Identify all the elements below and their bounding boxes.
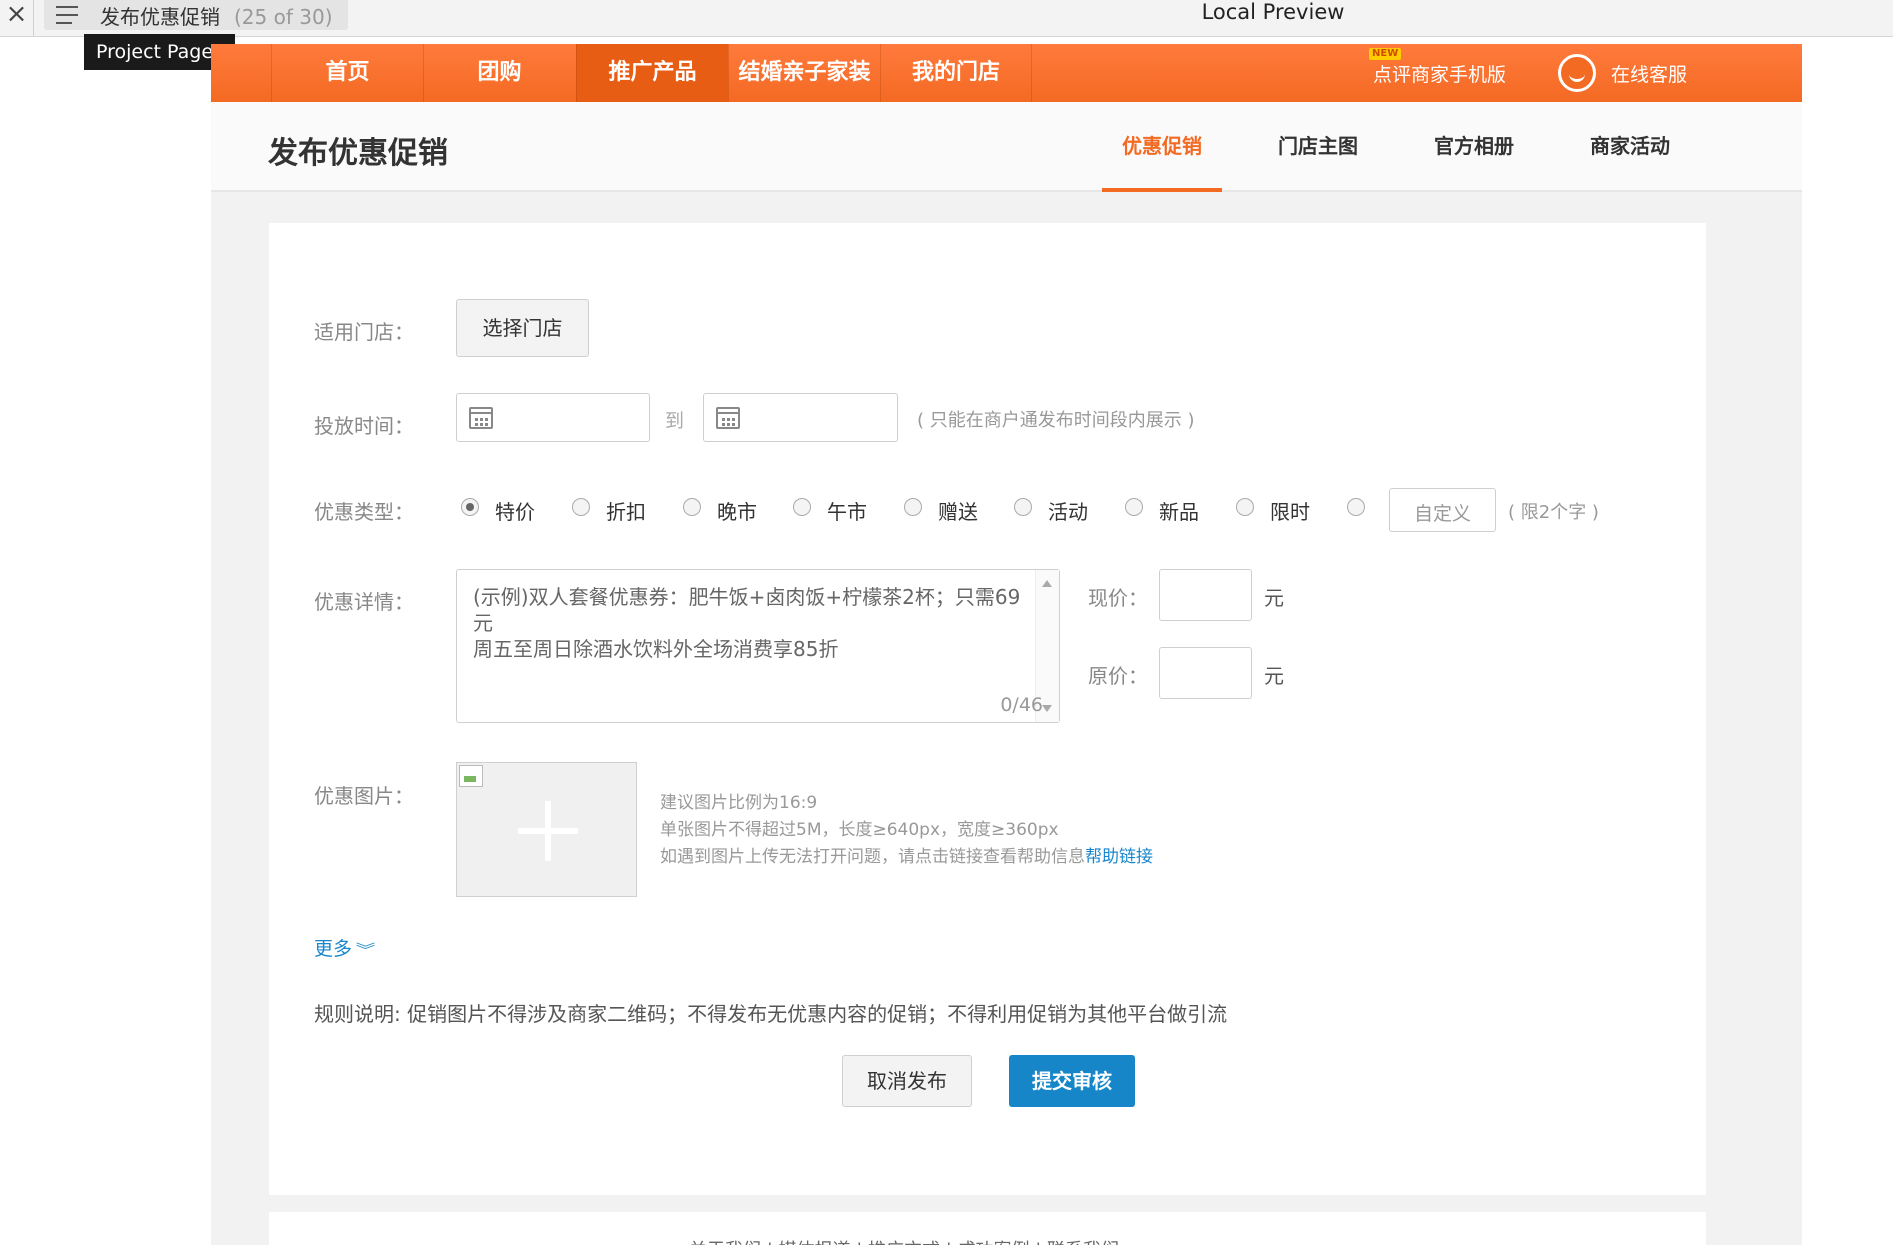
calendar-icon[interactable] — [716, 407, 740, 429]
project-pages-menu[interactable]: 发布优惠促销 (25 of 30) — [44, 0, 348, 30]
main-nav: 首页 团购 推广产品 结婚亲子家装 我的门店 NEW 点评商家手机版 在线客服 — [211, 44, 1802, 102]
scroll-down-icon[interactable] — [1042, 705, 1052, 712]
store-label: 适用门店： — [314, 320, 414, 344]
current-price-label: 现价： — [1088, 586, 1148, 610]
radio-label-gift[interactable]: 赠送 — [938, 496, 978, 525]
detail-textarea[interactable]: (示例)双人套餐优惠券：肥牛饭+卤肉饭+柠檬茶2杯；只需69元 周五至周日除酒水… — [456, 569, 1060, 723]
online-service-link[interactable]: 在线客服 — [1558, 44, 1708, 102]
date-separator: 到 — [665, 410, 685, 432]
radio-new-product[interactable] — [1125, 498, 1143, 516]
radio-label-special-price[interactable]: 特价 — [495, 496, 535, 525]
upload-hint-ratio: 建议图片比例为16:9 — [660, 793, 818, 813]
radio-custom[interactable] — [1347, 498, 1365, 516]
custom-type-hint: ( 限2个字 ) — [1508, 502, 1599, 523]
radio-label-limited-time[interactable]: 限时 — [1270, 496, 1310, 525]
original-price-unit: 元 — [1264, 664, 1284, 688]
footer-links[interactable]: 关于我们 | 媒体报道 | 推广方式 | 成功案例 | 联系我们 — [689, 1236, 1119, 1245]
nav-item-home[interactable]: 首页 — [271, 44, 423, 102]
start-date-input[interactable] — [456, 393, 650, 442]
nav-item-promote[interactable]: 推广产品 — [576, 44, 728, 102]
detail-label: 优惠详情： — [314, 590, 414, 614]
upload-hint-help: 如遇到图片上传无法打开问题，请点击链接查看帮助信息帮助链接 — [660, 844, 1153, 871]
new-badge: NEW — [1369, 48, 1402, 60]
cancel-button[interactable]: 取消发布 — [842, 1055, 972, 1107]
custom-type-input[interactable]: 自定义 — [1389, 488, 1496, 532]
more-label: 更多 — [314, 938, 353, 960]
radio-limited-time[interactable] — [1236, 498, 1254, 516]
more-toggle[interactable]: 更多 ︾ — [314, 934, 376, 961]
sub-header: 发布优惠促销 优惠促销 门店主图 官方相册 商家活动 — [211, 102, 1802, 192]
hamburger-icon[interactable] — [56, 6, 78, 24]
page-title-text: 发布优惠促销 — [100, 5, 220, 29]
tab-official-album[interactable]: 官方相册 — [1414, 102, 1534, 192]
help-link[interactable]: 帮助链接 — [1085, 847, 1153, 867]
scroll-up-icon[interactable] — [1042, 580, 1052, 587]
select-store-button[interactable]: 选择门店 — [456, 299, 589, 357]
original-price-input[interactable] — [1159, 647, 1252, 699]
upload-hint-size: 单张图片不得超过5M，长度≥640px，宽度≥360px — [660, 820, 1059, 840]
current-price-unit: 元 — [1264, 586, 1284, 610]
time-hint: ( 只能在商户通发布时间段内展示 ) — [917, 410, 1195, 431]
radio-gift[interactable] — [904, 498, 922, 516]
footer-card: 关于我们 | 媒体报道 | 推广方式 | 成功案例 | 联系我们 — [269, 1212, 1706, 1245]
radio-dinner[interactable] — [683, 498, 701, 516]
image-label: 优惠图片： — [314, 784, 414, 808]
online-service-label: 在线客服 — [1611, 64, 1688, 86]
type-label: 优惠类型： — [314, 500, 414, 524]
current-price-input[interactable] — [1159, 569, 1252, 621]
char-counter: 0/46 — [1000, 694, 1043, 716]
image-upload[interactable] — [456, 762, 637, 897]
radio-special-price[interactable] — [461, 498, 479, 516]
calendar-icon[interactable] — [469, 407, 493, 429]
tab-merchant-activities[interactable]: 商家活动 — [1570, 102, 1690, 192]
custom-type-placeholder: 自定义 — [1413, 503, 1471, 525]
radio-label-discount[interactable]: 折扣 — [606, 496, 646, 525]
preview-toolbar: × 发布优惠促销 (25 of 30) Local Preview — [0, 0, 1893, 37]
close-icon[interactable]: × — [0, 0, 34, 37]
mobile-version-link[interactable]: NEW 点评商家手机版 — [1369, 44, 1507, 102]
tab-promotions[interactable]: 优惠促销 — [1102, 102, 1222, 192]
customer-service-icon — [1558, 54, 1596, 92]
upload-hints: 建议图片比例为16:9 单张图片不得超过5M，长度≥640px，宽度≥360px… — [660, 790, 1153, 871]
current-page-title: 发布优惠促销 (25 of 30) — [100, 1, 333, 30]
tab-store-main-image[interactable]: 门店主图 — [1258, 102, 1378, 192]
upload-hint-help-text: 如遇到图片上传无法打开问题，请点击链接查看帮助信息 — [660, 847, 1085, 867]
radio-discount[interactable] — [572, 498, 590, 516]
radio-label-dinner[interactable]: 晚市 — [717, 496, 757, 525]
page-title: 发布优惠促销 — [268, 136, 448, 171]
time-label: 投放时间： — [314, 414, 414, 438]
mobile-version-label: 点评商家手机版 — [1373, 64, 1507, 86]
detail-placeholder: (示例)双人套餐优惠券：肥牛饭+卤肉饭+柠檬茶2杯；只需69元 周五至周日除酒水… — [473, 585, 1021, 661]
chevron-down-icon: ︾ — [355, 941, 376, 959]
rule-description: 规则说明: 促销图片不得涉及商家二维码；不得发布无优惠内容的促销；不得利用促销为… — [314, 1002, 1228, 1026]
original-price-label: 原价： — [1088, 664, 1148, 688]
radio-label-lunch[interactable]: 午市 — [827, 496, 867, 525]
nav-item-mystore[interactable]: 我的门店 — [880, 44, 1032, 102]
end-date-input[interactable] — [703, 393, 898, 442]
radio-activity[interactable] — [1014, 498, 1032, 516]
nav-item-groupbuy[interactable]: 团购 — [423, 44, 575, 102]
submit-review-button[interactable]: 提交审核 — [1009, 1055, 1135, 1107]
broken-image-icon — [459, 765, 483, 787]
radio-label-new-product[interactable]: 新品 — [1159, 496, 1199, 525]
radio-label-activity[interactable]: 活动 — [1048, 496, 1088, 525]
page-count: (25 of 30) — [234, 5, 333, 29]
nav-item-wedding[interactable]: 结婚亲子家装 — [728, 44, 880, 102]
radio-lunch[interactable] — [793, 498, 811, 516]
plus-icon-vertical — [545, 801, 551, 861]
